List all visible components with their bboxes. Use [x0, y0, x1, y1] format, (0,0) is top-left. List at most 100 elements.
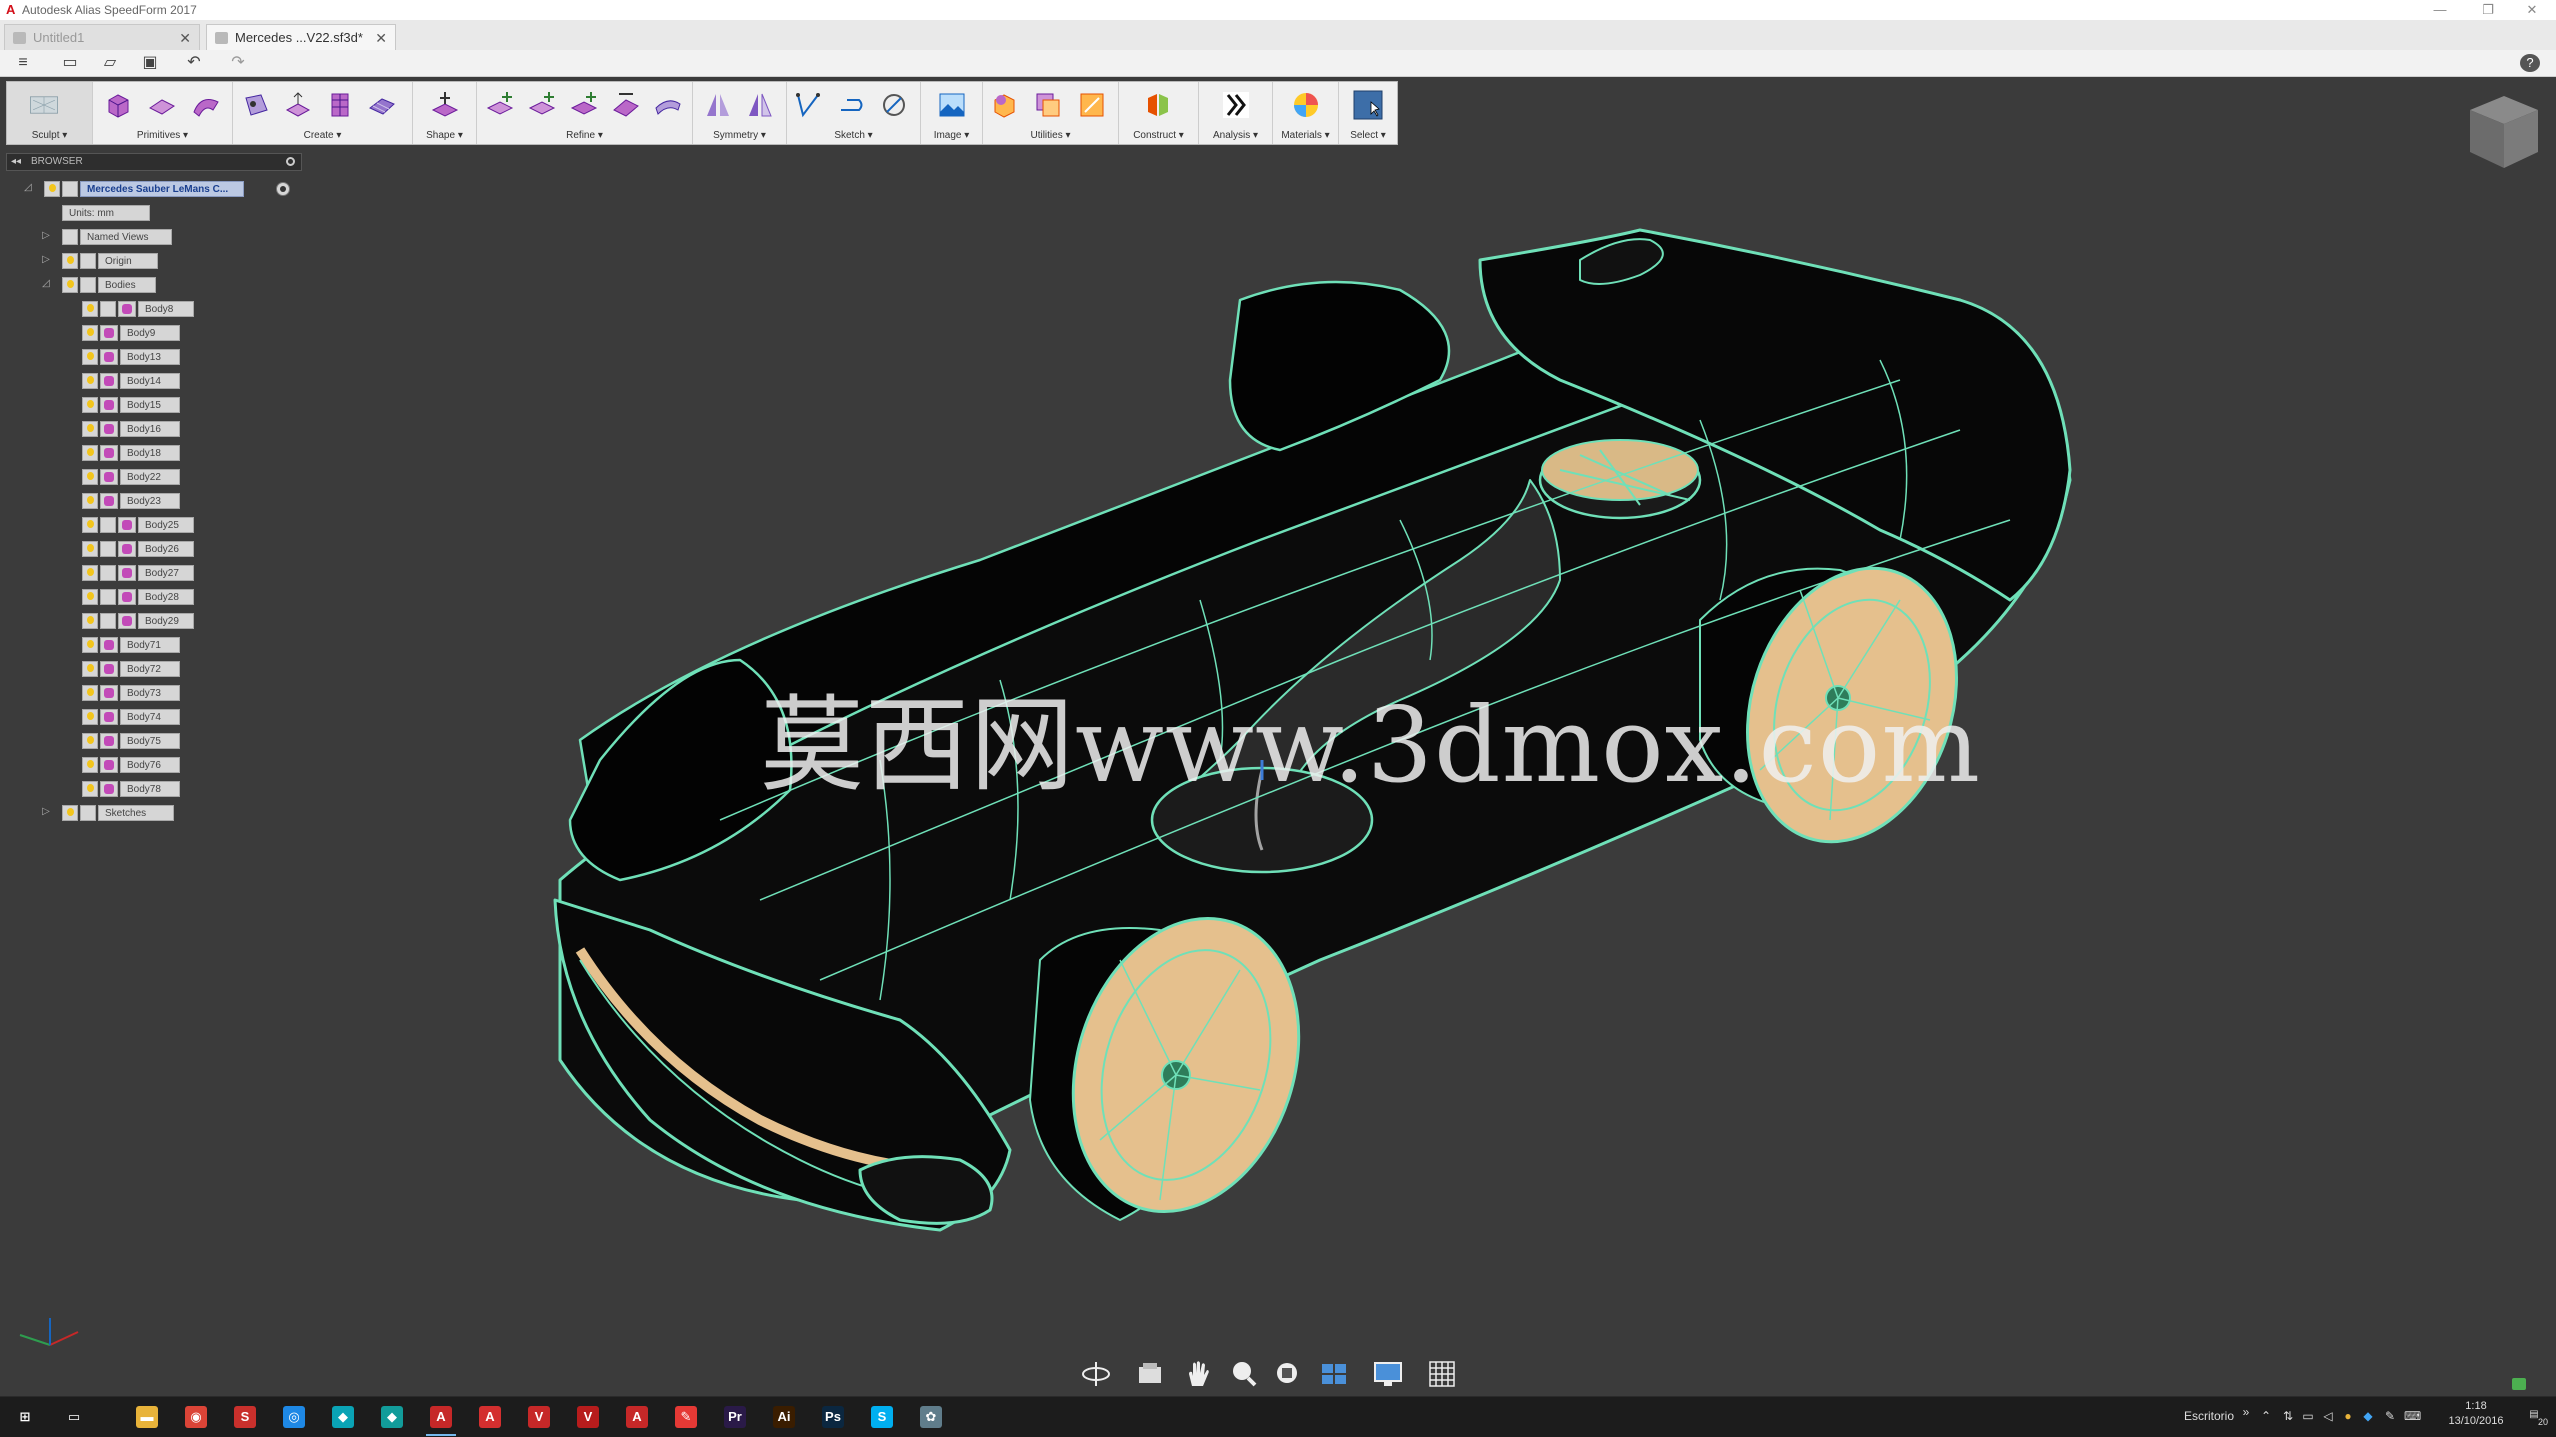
open-file-icon[interactable]: ▱: [100, 53, 120, 73]
vred-icon[interactable]: V: [524, 1402, 554, 1432]
undo-icon[interactable]: ↶: [182, 53, 206, 73]
fill-hole-icon[interactable]: [653, 90, 683, 120]
canvas-image-icon[interactable]: [937, 90, 967, 120]
tab-mercedes[interactable]: Mercedes ...V22.sf3d* ✕: [206, 24, 396, 50]
expand-icon[interactable]: ▷: [40, 254, 52, 265]
pencil-icon[interactable]: ✎: [671, 1402, 701, 1432]
visibility-bulb-icon[interactable]: [82, 421, 98, 437]
skype-icon[interactable]: S: [867, 1402, 897, 1432]
construction-plane-icon[interactable]: [1143, 90, 1173, 120]
visibility-bulb-icon[interactable]: [82, 541, 98, 557]
system-clock[interactable]: 1:18 13/10/2016: [2428, 1399, 2524, 1429]
volume-icon[interactable]: ◁: [2320, 1409, 2336, 1425]
minimize-button[interactable]: —: [2420, 0, 2460, 20]
autocad-icon[interactable]: A: [622, 1402, 652, 1432]
extrude-icon[interactable]: [283, 90, 313, 120]
ribbon-group-select[interactable]: Select ▾: [1339, 82, 1397, 144]
activate-component-icon[interactable]: [276, 182, 290, 196]
expand-icon[interactable]: ◿: [22, 182, 34, 193]
new-file-icon[interactable]: ▭: [60, 53, 80, 73]
alias2-icon[interactable]: A: [475, 1402, 505, 1432]
ribbon-group-refine[interactable]: Refine ▾: [477, 82, 693, 144]
ribbon-group-materials[interactable]: Materials ▾: [1273, 82, 1339, 144]
start-icon[interactable]: ⊞: [10, 1402, 40, 1432]
tree-item-units[interactable]: Units: mm: [62, 204, 162, 222]
ribbon-group-symmetry[interactable]: Symmetry ▾: [693, 82, 787, 144]
ribbon-group-construct[interactable]: Construct ▾: [1119, 82, 1199, 144]
vred2-icon[interactable]: V: [573, 1402, 603, 1432]
tree-item-body[interactable]: Body78: [82, 780, 222, 798]
close-window-button[interactable]: ✕: [2512, 0, 2552, 20]
box-primitive-icon[interactable]: [103, 90, 133, 120]
ribbon-group-sculpt[interactable]: Sculpt ▾: [7, 82, 93, 144]
tree-item-body[interactable]: Body18: [82, 444, 222, 462]
visibility-bulb-icon[interactable]: [82, 397, 98, 413]
tree-item-body[interactable]: Body73: [82, 684, 222, 702]
keyboard-tray-icon[interactable]: ⌨: [2404, 1409, 2421, 1425]
save-icon[interactable]: ▣: [140, 53, 160, 73]
collapse-browser-icon[interactable]: ◂◂: [11, 154, 21, 170]
ribbon-group-create[interactable]: Create ▾: [233, 82, 413, 144]
redo-icon[interactable]: ↷: [226, 53, 250, 73]
ribbon-group-sketch[interactable]: Sketch ▾: [787, 82, 921, 144]
tree-item-body[interactable]: Body28: [82, 588, 222, 606]
tree-item-body[interactable]: Body13: [82, 348, 222, 366]
tree-item-body[interactable]: Body9: [82, 324, 222, 342]
expand-icon[interactable]: ▷: [40, 806, 52, 817]
visibility-bulb-icon[interactable]: [82, 685, 98, 701]
convert-utility-icon[interactable]: [1077, 90, 1107, 120]
visibility-bulb-icon[interactable]: [44, 181, 60, 197]
tree-item-body[interactable]: Body71: [82, 636, 222, 654]
visibility-bulb-icon[interactable]: [82, 661, 98, 677]
display-settings-icon[interactable]: [1318, 1358, 1350, 1390]
tree-item-body[interactable]: Body25: [82, 516, 222, 534]
visibility-bulb-icon[interactable]: [82, 325, 98, 341]
pin-icon[interactable]: [286, 157, 295, 166]
tree-item-bodies[interactable]: ◿ Bodies: [42, 276, 182, 294]
spline-sketch-icon[interactable]: [837, 90, 867, 120]
expand-icon[interactable]: ▷: [40, 230, 52, 241]
bridge-icon[interactable]: [611, 90, 641, 120]
utility-cube-icon[interactable]: [989, 90, 1019, 120]
visibility-bulb-icon[interactable]: [82, 493, 98, 509]
visibility-bulb-icon[interactable]: [82, 445, 98, 461]
chrome-icon[interactable]: ◉: [181, 1402, 211, 1432]
insert-point-icon[interactable]: [527, 90, 557, 120]
ribbon-group-primitives[interactable]: Primitives ▾: [93, 82, 233, 144]
visibility-bulb-icon[interactable]: [82, 637, 98, 653]
visual-style-icon[interactable]: [1372, 1358, 1404, 1390]
premiere-icon[interactable]: Pr: [720, 1402, 750, 1432]
subdivide-icon[interactable]: [569, 90, 599, 120]
notification-corner-icon[interactable]: [2512, 1378, 2526, 1390]
tree-item-body[interactable]: Body23: [82, 492, 222, 510]
zoom-icon[interactable]: [1228, 1358, 1260, 1390]
face-primitive-icon[interactable]: [191, 90, 221, 120]
revolve-icon[interactable]: [325, 90, 355, 120]
copy-utility-icon[interactable]: [1033, 90, 1063, 120]
tree-item-body[interactable]: Body15: [82, 396, 222, 414]
insert-edge-icon[interactable]: [485, 90, 515, 120]
pan-hand-icon[interactable]: [1182, 1358, 1214, 1390]
ribbon-group-utilities[interactable]: Utilities ▾: [983, 82, 1119, 144]
edit-form-icon[interactable]: [430, 90, 460, 120]
restore-button[interactable]: ❐: [2468, 0, 2508, 20]
materials-sphere-icon[interactable]: [1291, 90, 1321, 120]
show-hidden-icons-icon[interactable]: ⌃: [2258, 1409, 2274, 1425]
visibility-bulb-icon[interactable]: [82, 373, 98, 389]
tree-item-body[interactable]: Body75: [82, 732, 222, 750]
app-teal-icon[interactable]: ◆: [328, 1402, 358, 1432]
tree-item-body[interactable]: Body22: [82, 468, 222, 486]
app-tray-icon[interactable]: ●: [2340, 1409, 2356, 1425]
close-tab-icon[interactable]: ✕: [375, 25, 387, 51]
visibility-bulb-icon[interactable]: [82, 301, 98, 317]
tab-untitled1[interactable]: Untitled1 ✕: [4, 24, 200, 50]
visibility-bulb-icon[interactable]: [82, 589, 98, 605]
tree-item-body[interactable]: Body29: [82, 612, 222, 630]
tray-chevron-icon[interactable]: »: [2238, 1405, 2254, 1421]
tree-item-body[interactable]: Body76: [82, 756, 222, 774]
visibility-bulb-icon[interactable]: [62, 805, 78, 821]
tree-item-named-views[interactable]: ▷ Named Views: [42, 228, 182, 246]
ribbon-group-shape[interactable]: Shape ▾: [413, 82, 477, 144]
app-blue-icon[interactable]: ◎: [279, 1402, 309, 1432]
network-tray-icon[interactable]: ⇅: [2280, 1409, 2296, 1425]
